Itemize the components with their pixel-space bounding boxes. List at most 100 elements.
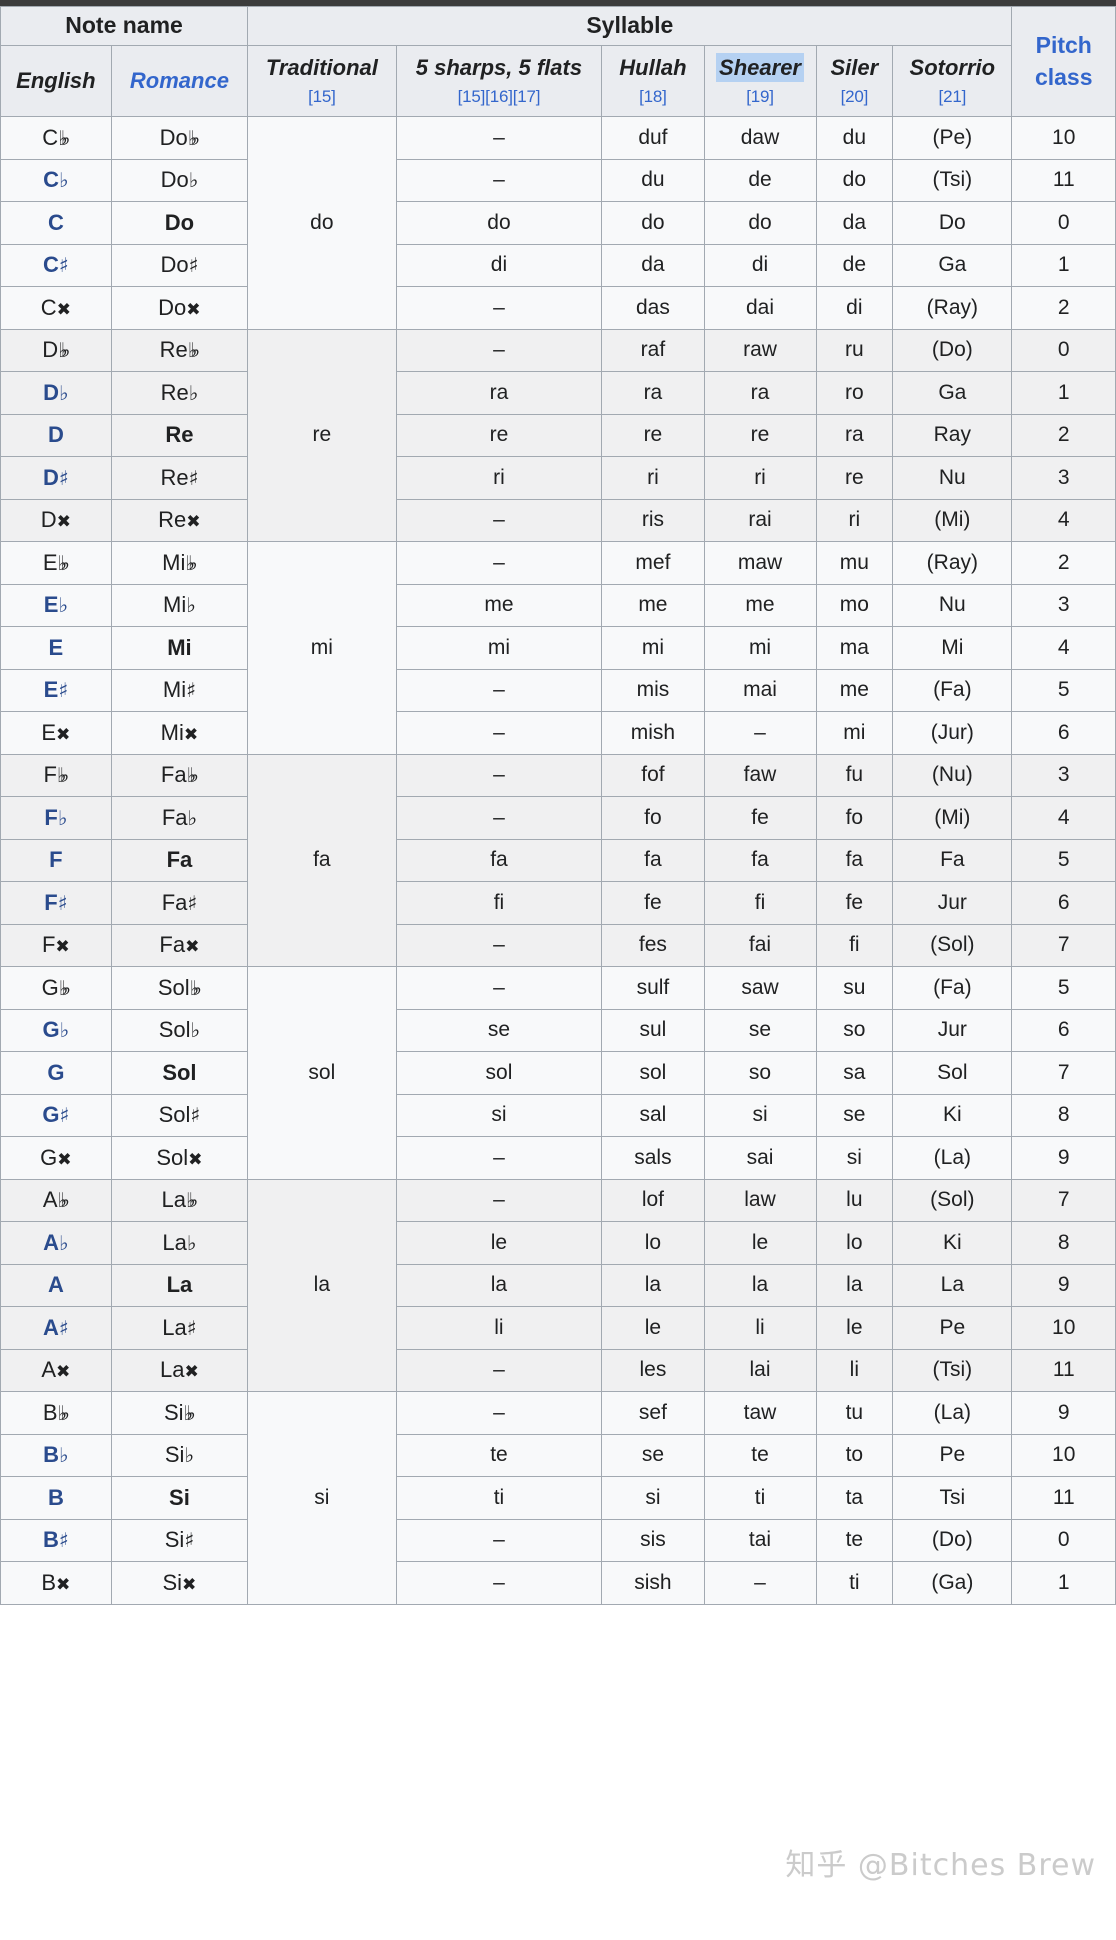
cell-siler: ra [815, 413, 894, 457]
cell-english-note: E✖ [0, 711, 112, 755]
header-pitch-class[interactable]: Pitch class [1011, 6, 1116, 117]
romance-note-name: Fa [160, 762, 187, 788]
cell-english-note: B♯ [0, 1518, 112, 1562]
cell-shearer: rai [703, 498, 817, 542]
cell-traditional-syllable: la [247, 1178, 397, 1392]
header-col-sotorrio-refs[interactable]: [21] [894, 86, 1011, 109]
header-col-shearer: Shearer [19] [703, 45, 817, 117]
cell-shearer: do [703, 201, 817, 245]
cell-romance-note: Re♯ [110, 456, 249, 500]
cell-siler: le [815, 1306, 894, 1350]
cell-traditional-syllable: mi [247, 541, 397, 755]
romance-note-name: Mi [160, 719, 184, 745]
english-note-letter: G [41, 974, 59, 1000]
table-head: Note name Syllable Pitch class English R… [0, 6, 1116, 117]
romance-note-name: Sol [157, 974, 190, 1000]
cell-hullah: fof [601, 753, 705, 797]
table-row: E Mi mi mi mi ma Mi 4 [0, 626, 1116, 670]
table-row: D Re re re re ra Ray 2 [0, 413, 1116, 457]
table-row: F♯ Fa♯ fi fe fi fe Jur 6 [0, 881, 1116, 925]
cell-pitch-class: 8 [1011, 1093, 1116, 1137]
cell-pitch-class: 8 [1011, 1221, 1116, 1265]
romance-note-name: Do [159, 124, 188, 150]
header-col-romance[interactable]: Romance [110, 45, 249, 117]
cell-romance-note: Mi [110, 626, 249, 670]
sharp-icon: ♯ [58, 1315, 69, 1340]
flat-icon: ♭ [190, 1018, 201, 1043]
cell-pitch-class: 9 [1011, 1263, 1116, 1307]
cell-pitch-class: 4 [1011, 796, 1116, 840]
header-col-hullah-label: Hullah [619, 54, 687, 80]
cell-hullah: me [601, 583, 705, 627]
sharp-icon: ♯ [58, 253, 69, 278]
english-note-letter: F [44, 889, 58, 915]
cell-siler: si [815, 1136, 894, 1180]
cell-hullah: ris [601, 498, 705, 542]
english-note-letter: B [47, 1484, 64, 1510]
romance-note-name: Fa [159, 932, 186, 958]
double-flat-icon: ♭♭ [187, 338, 201, 363]
cell-sotorrio: Fa [892, 838, 1013, 882]
cell-five-sharps-flats: – [395, 668, 603, 712]
cell-hullah: lof [601, 1178, 705, 1222]
cell-sotorrio: (Nu) [892, 753, 1013, 797]
cell-five-sharps-flats: le [395, 1221, 603, 1265]
cell-five-sharps-flats: – [395, 498, 603, 542]
cell-shearer: daw [703, 116, 817, 160]
cell-hullah: re [601, 413, 705, 457]
cell-romance-note: Mi♭ [110, 583, 249, 627]
cell-pitch-class: 1 [1011, 243, 1116, 287]
english-note-letter: D [43, 464, 59, 490]
header-col-siler: Siler [20] [815, 45, 894, 117]
sharp-icon: ♯ [59, 1103, 70, 1128]
header-col-shearer-refs[interactable]: [19] [705, 86, 815, 109]
cell-romance-note: Do♭ [110, 158, 249, 202]
english-note-letter: A [43, 1314, 59, 1340]
cell-sotorrio: (Ga) [892, 1561, 1013, 1605]
flat-icon: ♭ [59, 1443, 69, 1468]
table-row: B♯ Si♯ – sis tai te (Do) 0 [0, 1518, 1116, 1562]
romance-note-name: Re [165, 422, 194, 448]
double-flat-icon: ♭♭ [57, 550, 71, 575]
double-flat-icon: ♭♭ [186, 763, 200, 788]
romance-note-name: Do [160, 252, 189, 278]
double-flat-icon: ♭♭ [185, 1188, 199, 1213]
cell-shearer: dai [703, 286, 817, 330]
romance-note-name: Mi [163, 592, 187, 618]
header-col-english-label: English [16, 68, 96, 94]
header-col-five-sharps-flats-refs[interactable]: [15][16][17] [397, 86, 601, 109]
romance-note-name: Do [164, 209, 195, 235]
cell-five-sharps-flats: fa [395, 838, 603, 882]
cell-hullah: se [601, 1433, 705, 1477]
cell-pitch-class: 6 [1011, 1008, 1116, 1052]
double-sharp-icon: ✖ [56, 299, 72, 320]
header-col-hullah-refs[interactable]: [18] [603, 86, 703, 109]
header-col-traditional-refs[interactable]: [15] [249, 86, 396, 109]
cell-pitch-class: 6 [1011, 711, 1116, 755]
romance-note-name: Re [160, 379, 189, 405]
header-pitch-class-line1: Pitch [1035, 32, 1092, 59]
sharp-icon: ♯ [188, 465, 199, 490]
cell-hullah: les [601, 1348, 705, 1392]
sharp-icon: ♯ [58, 1528, 69, 1553]
cell-pitch-class: 9 [1011, 1391, 1116, 1435]
double-flat-icon: ♭♭ [57, 1188, 71, 1213]
cell-shearer: la [703, 1263, 817, 1307]
header-col-siler-refs[interactable]: [20] [817, 86, 892, 109]
cell-hullah: mis [601, 668, 705, 712]
romance-note-name: Mi [162, 677, 187, 703]
flat-icon: ♭ [186, 593, 196, 618]
cell-english-note: B♭ [0, 1433, 112, 1477]
cell-sotorrio: Jur [892, 881, 1013, 925]
table-row: C♭ Do♭ – du de do (Tsi) 11 [0, 158, 1116, 202]
cell-shearer: ti [703, 1476, 817, 1520]
cell-shearer: so [703, 1051, 817, 1095]
cell-hullah: fo [601, 796, 705, 840]
cell-siler: sa [815, 1051, 894, 1095]
cell-siler: fu [815, 753, 894, 797]
english-note-letter: B [42, 1399, 58, 1425]
double-sharp-icon: ✖ [183, 724, 199, 745]
cell-shearer: law [703, 1178, 817, 1222]
english-note-letter: D [42, 337, 59, 363]
cell-siler: de [815, 243, 894, 287]
